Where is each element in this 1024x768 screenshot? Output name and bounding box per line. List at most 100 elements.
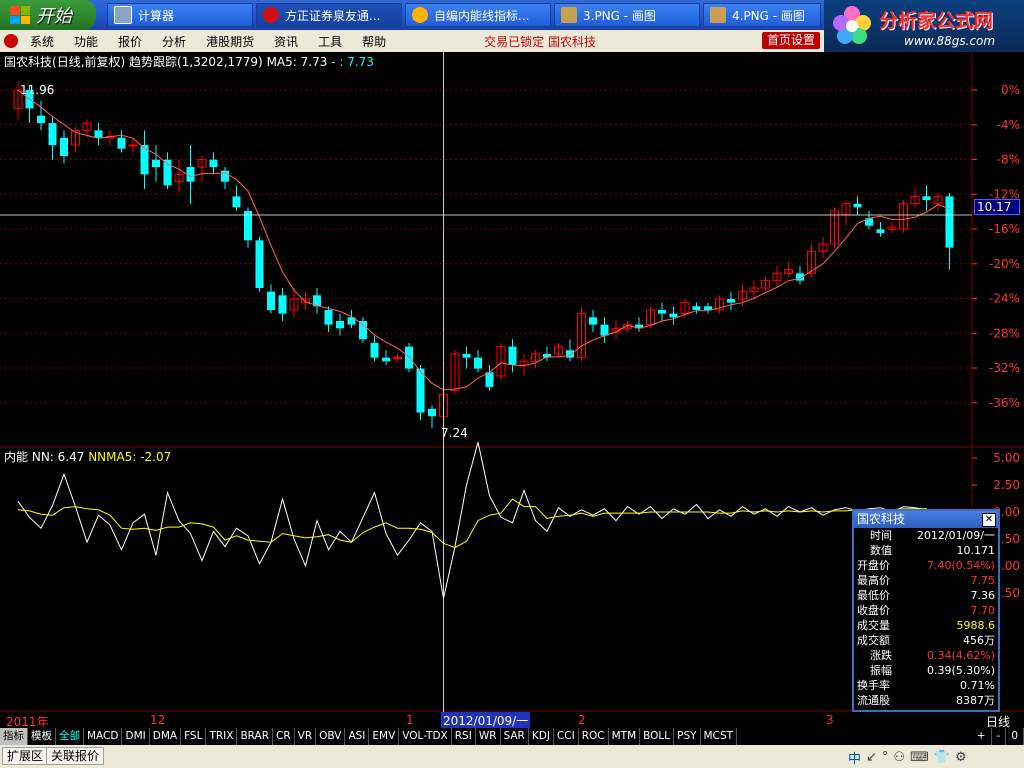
shirt-icon[interactable]: 👕 <box>934 750 950 765</box>
popup-row-value: 0.34(4.62%) <box>926 649 995 662</box>
tab-roc[interactable]: ROC <box>579 728 609 745</box>
tab-fsl[interactable]: FSL <box>181 728 207 745</box>
keyboard-icon[interactable]: ⌨ <box>910 750 929 765</box>
popup-row-value: 7.36 <box>970 589 996 602</box>
popup-row-value: 5988.6 <box>956 619 996 632</box>
candle-body <box>128 144 138 147</box>
tab-asi[interactable]: ASI <box>345 728 370 745</box>
candle-body <box>278 295 287 314</box>
tab-dma[interactable]: DMA <box>150 728 182 745</box>
brand-url: www.88gs.com <box>904 34 996 48</box>
zoom-in-button[interactable]: + <box>972 728 992 745</box>
zoom-out-button[interactable]: - <box>992 728 1007 745</box>
tab-boll[interactable]: BOLL <box>640 728 675 745</box>
tab-mcst[interactable]: MCST <box>701 728 738 745</box>
tab-vol-tdx[interactable]: VOL-TDX <box>399 728 452 745</box>
tab-cr[interactable]: CR <box>273 728 295 745</box>
popup-row-label: 振幅 <box>870 664 892 677</box>
task-paint-3[interactable]: 3.PNG - 画图 <box>554 3 700 27</box>
task-founder-securities[interactable]: 方正证券泉友通... <box>256 3 402 27</box>
menu-analysis[interactable]: 分析 <box>162 33 186 50</box>
start-button[interactable]: 开始 <box>0 0 96 30</box>
ma5-line <box>17 89 950 391</box>
popup-row: 涨跌 0.34(4.62%) <box>854 648 998 663</box>
ime-arrow-icon[interactable]: ↙ <box>866 750 877 765</box>
tab-obv[interactable]: OBV <box>316 728 346 745</box>
menu-system[interactable]: 系统 <box>30 33 54 50</box>
ime-chinese-icon[interactable]: 中 <box>848 748 861 767</box>
settings-icon[interactable]: ⚙ <box>955 750 967 765</box>
candle-body <box>692 306 701 310</box>
tab-psy[interactable]: PSY <box>674 728 701 745</box>
calculator-icon <box>114 6 132 24</box>
tab-vr[interactable]: VR <box>295 728 317 745</box>
tab-指标[interactable]: 指标 <box>0 728 28 745</box>
ma5-polyline <box>17 89 950 391</box>
price-tick-label: -28% <box>989 326 1020 340</box>
task-calculator[interactable]: 计算器 <box>107 3 253 27</box>
indicator-tabs: 指标 模板 全部 MACD DMI DMA FSL TRIX BRAR CR VR OBV ASI EMV… <box>0 728 1024 745</box>
tab-mtm[interactable]: MTM <box>609 728 641 745</box>
menu-hk-futures[interactable]: 港股期货 <box>206 33 254 50</box>
popup-row: 成交量 5988.6 <box>854 618 998 633</box>
tab-cci[interactable]: CCI <box>554 728 579 745</box>
tab-macd[interactable]: MACD <box>84 728 123 745</box>
popup-row: 成交额 456万 <box>854 633 998 648</box>
candle-body <box>474 357 482 369</box>
menu-news[interactable]: 资讯 <box>274 33 298 50</box>
tab-全部[interactable]: 全部 <box>56 728 84 745</box>
tab-dmi[interactable]: DMI <box>122 728 150 745</box>
candle-body <box>922 196 931 201</box>
home-settings-button[interactable]: 首页设置 <box>762 32 821 49</box>
popup-row-label: 流通股 <box>857 694 890 707</box>
menu-help[interactable]: 帮助 <box>362 33 386 50</box>
candle-body <box>876 229 885 234</box>
tab-brar[interactable]: BRAR <box>237 728 273 745</box>
related-quote-button[interactable]: 关联报价 <box>46 747 105 765</box>
menu-quote[interactable]: 报价 <box>118 33 142 50</box>
sub-tick-label: 2.50 <box>993 478 1020 492</box>
popup-title: 国农科技 <box>857 512 906 526</box>
time-label-jan: 1 <box>406 713 414 727</box>
popup-row: 数值 10.171 <box>854 543 998 558</box>
popup-row: 振幅 0.39(5.30%) <box>854 663 998 678</box>
quote-popup[interactable]: 国农科技 ✕ 时间 2012/01/09/一 数值 10.171 开盘价 7.40(0.5… <box>852 509 1000 712</box>
trade-lock-status: 交易已锁定 国农科技 <box>484 34 596 49</box>
popup-row: 时间 2012/01/09/一 <box>854 528 998 543</box>
menu-tools[interactable]: 工具 <box>318 33 342 50</box>
reset-button[interactable]: 0 <box>1006 728 1024 745</box>
candle-body <box>727 298 735 303</box>
tab-wr[interactable]: WR <box>476 728 501 745</box>
candle-body <box>94 130 103 138</box>
candle-body <box>658 309 666 314</box>
extension-area-button[interactable]: 扩展区 <box>2 747 49 765</box>
tab-emv[interactable]: EMV <box>369 728 400 745</box>
ime-punct-icon[interactable]: ° <box>882 750 889 765</box>
popup-row-label: 最低价 <box>857 589 890 602</box>
tab-sar[interactable]: SAR <box>501 728 529 745</box>
time-label-dec: 12 <box>150 713 166 727</box>
menu-function[interactable]: 功能 <box>74 33 98 50</box>
price-tick-label: -24% <box>989 292 1020 306</box>
tab-kdj[interactable]: KDJ <box>529 728 554 745</box>
popup-row-label: 涨跌 <box>870 649 892 662</box>
candle-body <box>37 115 45 124</box>
candle-body <box>508 346 517 365</box>
popup-rows: 时间 2012/01/09/一 数值 10.171 开盘价 7.40(0.54%) 最高价 7… <box>854 528 998 708</box>
time-label-mar: 3 <box>826 713 834 727</box>
popup-row-value: 10.171 <box>956 544 996 557</box>
price-tick-label: -20% <box>989 257 1020 271</box>
tab-rsi[interactable]: RSI <box>452 728 476 745</box>
candle-body <box>232 196 241 208</box>
tab-模板[interactable]: 模板 <box>28 728 56 745</box>
close-icon[interactable]: ✕ <box>982 513 996 527</box>
popup-row: 流通股 8387万 <box>854 693 998 708</box>
ime-soft-icon[interactable]: ⚇ <box>893 750 905 765</box>
tab-trix[interactable]: TRIX <box>206 728 238 745</box>
candle-body <box>117 137 126 149</box>
menu-bar: 系统 功能 报价 分析 港股期货 资讯 工具 帮助 交易已锁定 国农科技 首页设… <box>0 30 824 52</box>
task-paint-4[interactable]: 4.PNG - 画图 <box>703 3 821 27</box>
candle-body <box>370 342 379 358</box>
app-logo-icon <box>4 34 18 48</box>
task-browser[interactable]: 自编内能线指标... <box>405 3 551 27</box>
